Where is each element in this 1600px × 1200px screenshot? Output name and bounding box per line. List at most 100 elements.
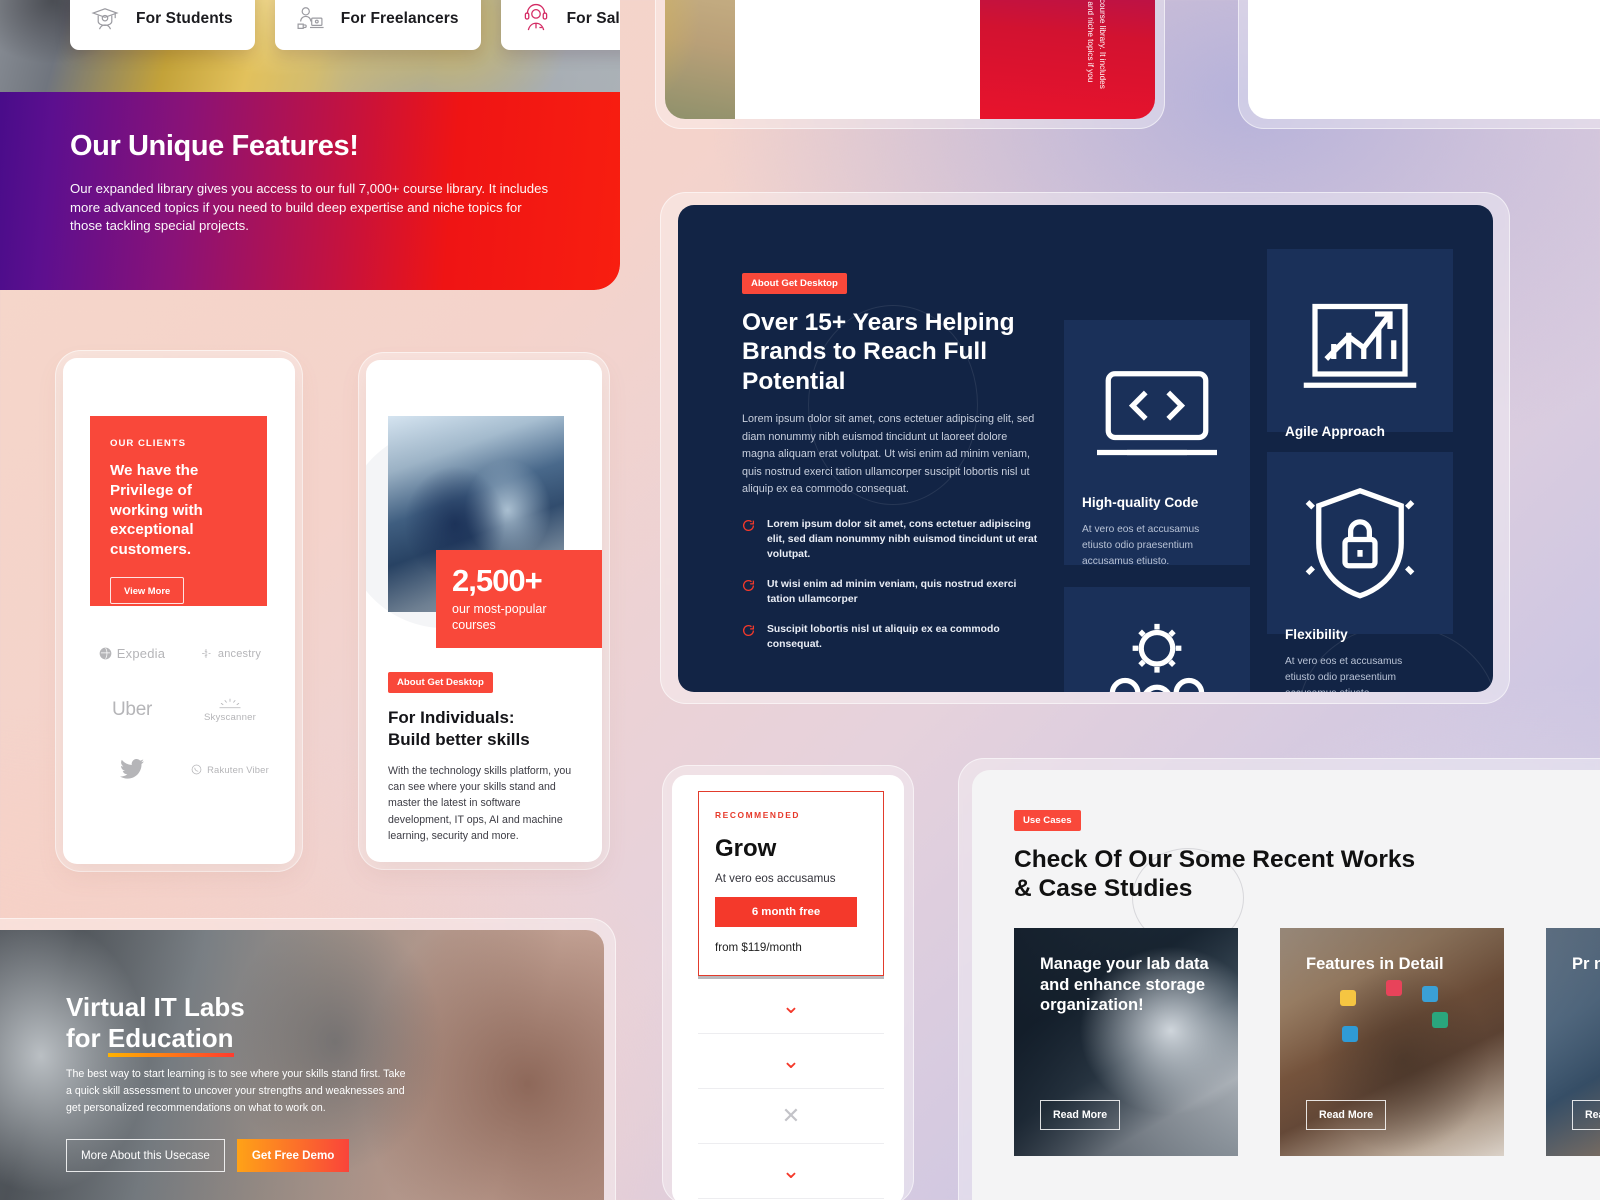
- refresh-circle-icon: [742, 579, 755, 608]
- table-row[interactable]: ⌄: [698, 979, 884, 1034]
- emoji-bubble-icon: [1342, 1026, 1358, 1042]
- graduate-icon: [88, 2, 122, 36]
- about-copy: About Get Desktop Over 15+ Years Helping…: [742, 273, 1042, 652]
- read-more-button[interactable]: Read More: [1040, 1100, 1121, 1130]
- labs-copy: Virtual IT Labs for Education The best w…: [66, 992, 406, 1173]
- rotated-education-card: Virtual IT Labs for Employees The best w…: [665, 0, 735, 119]
- six-month-free-button[interactable]: 6 month free: [715, 897, 857, 927]
- labs-body: The best way to start learning is to see…: [66, 1068, 406, 1115]
- table-row[interactable]: ⌄: [698, 1034, 884, 1089]
- expedia-logo: Expedia: [99, 646, 165, 661]
- chevron-down-icon: ⌄: [781, 1158, 801, 1183]
- feature-body: At vero eos et accusamus etiusto odio pr…: [1285, 656, 1403, 692]
- chevron-down-icon: ⌄: [781, 993, 801, 1018]
- plan-description: At vero eos accusamus: [715, 872, 836, 885]
- rotated-pricing-strip: Accelerate Try for free from $499/month …: [1248, 0, 1600, 119]
- plan-name: Grow: [715, 835, 777, 862]
- case-caption: Pr ne: [1572, 955, 1600, 973]
- rotated-edu-title: Virtual IT Labs for Employees: [667, 0, 717, 101]
- feature-box-high-quality-code: High-quality Code At vero eos et accusam…: [1064, 320, 1250, 567]
- hero-title: Our Unique Features!: [70, 130, 359, 162]
- twitter-logo: [120, 759, 144, 779]
- course-stat-badge: 2,500+ our most-popular courses: [436, 550, 602, 648]
- hero-copy: Our Unique Features! Our expanded librar…: [70, 130, 550, 236]
- about-get-desktop-panel: About Get Desktop Over 15+ Years Helping…: [678, 205, 1493, 692]
- tab-for-sales[interactable]: For Sales: [500, 0, 620, 50]
- close-x-icon: ✕: [781, 1103, 801, 1128]
- client-logo-grid: Expedia ancestry Uber Skyscanner Rakuten…: [83, 646, 279, 779]
- code-laptop-icon: [1082, 371, 1232, 494]
- design-showcase-board: For Students For Freelancers For Sal Our…: [0, 0, 1600, 1200]
- for-individuals-card: 2,500+ our most-popular courses About Ge…: [366, 360, 602, 862]
- read-more-button[interactable]: Read More: [1572, 1100, 1600, 1130]
- feature-title: Agile Approach: [1285, 424, 1385, 439]
- plan-price: from $119/month: [715, 941, 802, 954]
- tab-label: For Sales: [566, 10, 620, 27]
- rotated-features-body: Our expanded library gives you access to…: [1071, 0, 1108, 101]
- case-card[interactable]: Manage your lab data and enhance storage…: [1014, 928, 1238, 1156]
- about-bullet-list: Lorem ipsum dolor sit amet, cons ectetue…: [742, 517, 1042, 653]
- feature-box-full-stack-teams: Full-stack teams At vero eos et accusamu…: [1064, 587, 1250, 692]
- feature-box-flexibility: Flexibility At vero eos et accusamus eti…: [1267, 452, 1453, 692]
- emoji-bubble-icon: [1386, 980, 1402, 996]
- hero-body: Our expanded library gives you access to…: [70, 181, 549, 234]
- case-caption: Features in Detail: [1306, 955, 1444, 973]
- shield-lock-icon: [1285, 487, 1435, 626]
- ancestry-logo: ancestry: [199, 647, 261, 660]
- about-badge: About Get Desktop: [742, 273, 847, 294]
- grow-pricing-card: RECOMMENDED Grow At vero eos accusamus 6…: [672, 775, 904, 1200]
- about-badge: About Get Desktop: [388, 672, 493, 693]
- about-body: Lorem ipsum dolor sit amet, cons ectetue…: [742, 413, 1035, 496]
- recommended-label: RECOMMENDED: [715, 810, 801, 820]
- read-more-button[interactable]: Read More: [1306, 1100, 1387, 1130]
- table-row[interactable]: ✕: [698, 1089, 884, 1144]
- cases-title: Check Of Our Some Recent Works & Case St…: [1014, 846, 1416, 903]
- rotated-cards-strip: Get Desktop Virtual IT Labs for Employee…: [665, 0, 1155, 119]
- refresh-circle-icon: [742, 624, 755, 653]
- emoji-bubble-icon: [1432, 1012, 1448, 1028]
- individuals-title: For Individuals: Build better skills: [388, 708, 530, 749]
- stat-label: our most-popular courses: [452, 602, 547, 632]
- individuals-body: With the technology skills platform, you…: [388, 764, 572, 843]
- hero-features-panel: For Students For Freelancers For Sal Our…: [0, 0, 620, 290]
- rotated-features-card: Our Unique Features! Our expanded librar…: [980, 0, 1155, 119]
- feature-box-agile-approach: Agile Approach At vero eos et accusamus …: [1267, 249, 1453, 496]
- tab-label: For Students: [136, 10, 233, 27]
- table-row[interactable]: ⌄: [698, 1144, 884, 1199]
- feature-body: At vero eos et accusamus etiusto odio pr…: [1082, 524, 1200, 568]
- more-about-usecase-button[interactable]: More About this Usecase: [66, 1139, 225, 1173]
- feature-title: High-quality Code: [1082, 495, 1199, 510]
- headset-agent-icon: [519, 2, 553, 36]
- clients-red-panel: OUR CLIENTS We have the Privilege of wor…: [90, 416, 267, 606]
- tab-for-freelancers[interactable]: For Freelancers: [274, 0, 481, 50]
- uber-logo: Uber: [112, 699, 152, 720]
- clients-eyebrow: OUR CLIENTS: [110, 438, 187, 449]
- case-caption: Manage your lab data and enhance storage…: [1040, 955, 1209, 1015]
- feature-title: Flexibility: [1285, 627, 1348, 642]
- case-studies-panel: Use Cases Check Of Our Some Recent Works…: [972, 770, 1600, 1200]
- case-card[interactable]: Pr ne Read More: [1546, 928, 1600, 1156]
- tab-for-students[interactable]: For Students: [70, 0, 255, 50]
- use-cases-badge: Use Cases: [1014, 810, 1081, 831]
- list-item: Lorem ipsum dolor sit amet, cons ectetue…: [742, 517, 1042, 563]
- view-more-button[interactable]: View More: [110, 576, 185, 604]
- emoji-bubble-icon: [1340, 990, 1356, 1006]
- labs-title: Virtual IT Labs for Education: [66, 992, 406, 1058]
- freelancer-laptop-icon: [293, 2, 327, 36]
- our-clients-card: OUR CLIENTS We have the Privilege of wor…: [63, 358, 295, 864]
- emoji-bubble-icon: [1422, 986, 1438, 1002]
- tab-label: For Freelancers: [340, 10, 459, 27]
- list-item: Suscipit lobortis nisl ut aliquip ex ea …: [742, 622, 1042, 653]
- chevron-down-icon: ⌄: [781, 1048, 801, 1073]
- get-free-demo-button[interactable]: Get Free Demo: [236, 1139, 350, 1173]
- pricing-header: RECOMMENDED Grow At vero eos accusamus 6…: [698, 791, 884, 976]
- labs-button-row: More About this Usecase Get Free Demo: [66, 1139, 406, 1173]
- skyscanner-logo: Skyscanner: [204, 697, 256, 723]
- growth-chart-icon: [1285, 303, 1435, 423]
- rotated-features-title: Our Unique Features!: [1116, 0, 1139, 101]
- cases-header: Use Cases Check Of Our Some Recent Works…: [1014, 810, 1434, 904]
- rakuten-viber-logo: Rakuten Viber: [191, 764, 269, 775]
- case-card[interactable]: Features in Detail Read More: [1280, 928, 1504, 1156]
- list-item: Ut wisi enim ad minim veniam, quis nostr…: [742, 577, 1042, 608]
- audience-tab-row: For Students For Freelancers For Sal: [70, 0, 620, 50]
